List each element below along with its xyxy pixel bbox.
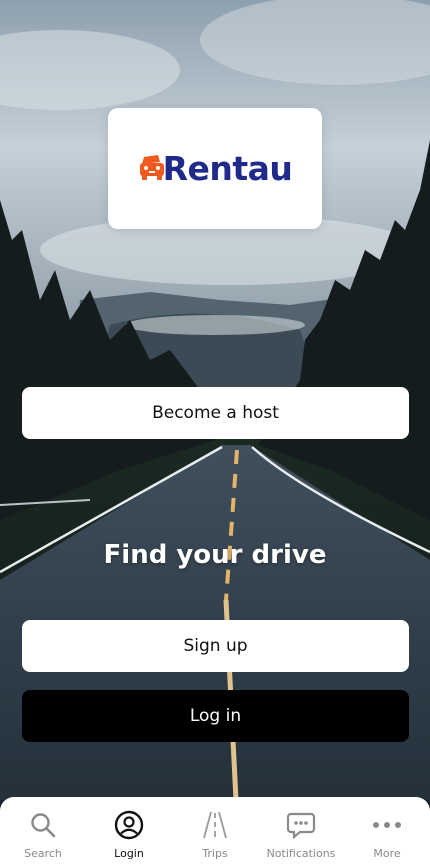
- road-icon: [201, 810, 229, 840]
- tab-trips[interactable]: Trips: [172, 797, 258, 860]
- tab-login[interactable]: Login: [86, 797, 172, 860]
- become-host-button[interactable]: Become a host: [22, 387, 409, 439]
- logo-card: Rentau: [108, 108, 322, 229]
- tab-label: More: [373, 847, 401, 860]
- brand-logo: Rentau: [138, 149, 293, 188]
- bottom-tab-bar: Search Login Trips Notifications More: [0, 797, 430, 868]
- chat-bubble-icon: [286, 810, 316, 840]
- car-front-icon: [138, 151, 166, 186]
- tab-label: Notifications: [266, 847, 336, 860]
- sign-up-button[interactable]: Sign up: [22, 620, 409, 672]
- more-dots-icon: [371, 810, 403, 840]
- search-icon: [29, 810, 57, 840]
- tab-notifications[interactable]: Notifications: [258, 797, 344, 860]
- tab-label: Search: [24, 847, 62, 860]
- log-in-button[interactable]: Log in: [22, 690, 409, 742]
- tab-more[interactable]: More: [344, 797, 430, 860]
- tab-label: Login: [114, 847, 144, 860]
- brand-name: Rentau: [162, 149, 293, 188]
- tab-label: Trips: [202, 847, 228, 860]
- page-headline: Find your drive: [103, 540, 327, 570]
- user-circle-icon: [114, 810, 144, 840]
- tab-search[interactable]: Search: [0, 797, 86, 860]
